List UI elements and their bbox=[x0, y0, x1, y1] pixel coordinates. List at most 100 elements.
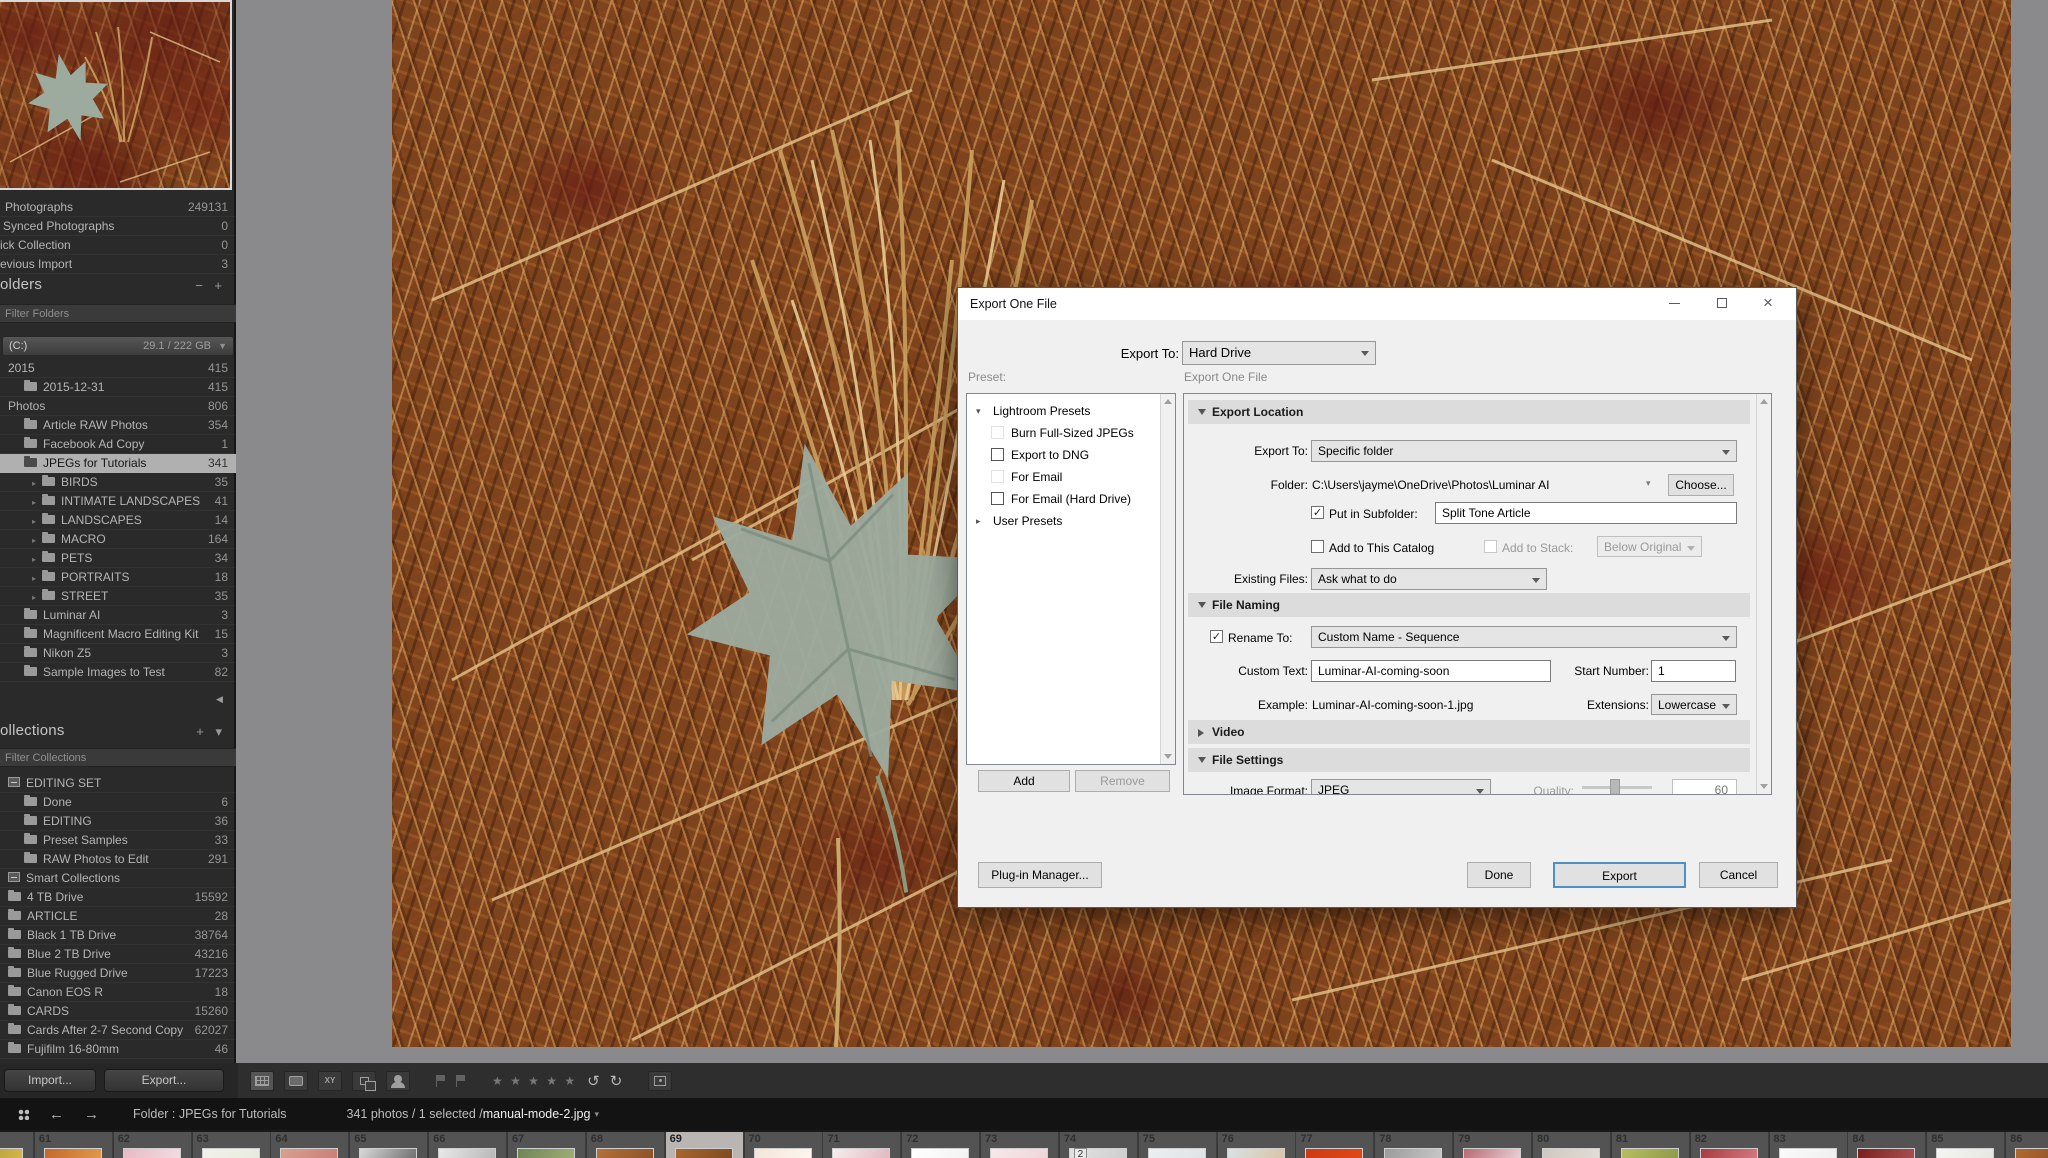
preset-group[interactable]: ▸User Presets bbox=[967, 510, 1160, 532]
folder-row[interactable]: 2015415 bbox=[0, 359, 236, 378]
folder-row[interactable]: ▸LANDSCAPES14 bbox=[0, 511, 236, 530]
filmstrip-thumbnail[interactable]: 742 bbox=[1060, 1132, 1138, 1158]
existing-files-select[interactable]: Ask what to do bbox=[1311, 568, 1547, 590]
collection-row[interactable]: Done6 bbox=[0, 793, 236, 812]
status-folder-label[interactable]: Folder : JPEGs for Tutorials bbox=[133, 1107, 287, 1121]
section-video[interactable]: Video bbox=[1188, 720, 1750, 744]
folders-header[interactable]: olders − + bbox=[0, 276, 236, 296]
survey-view-icon[interactable] bbox=[352, 1071, 376, 1091]
collection-row[interactable]: Black 1 TB Drive38764 bbox=[0, 926, 236, 945]
rotate-right-icon[interactable]: ↻ bbox=[610, 1072, 623, 1090]
rotate-left-icon[interactable]: ↺ bbox=[587, 1072, 600, 1090]
filmstrip-thumbnail[interactable]: 80 bbox=[1533, 1132, 1611, 1158]
filmstrip-thumbnail[interactable]: 85 bbox=[1927, 1132, 2005, 1158]
filmstrip-thumbnail[interactable]: 77 bbox=[1296, 1132, 1374, 1158]
filmstrip-thumbnail[interactable]: 82 bbox=[1691, 1132, 1769, 1158]
filmstrip-thumbnail[interactable]: 86 bbox=[2006, 1132, 2048, 1158]
filmstrip-thumbnail[interactable]: 70 bbox=[745, 1132, 823, 1158]
folder-row[interactable]: Article RAW Photos354 bbox=[0, 416, 236, 435]
put-in-subfolder-checkbox[interactable]: ✓ bbox=[1311, 506, 1324, 519]
preset-item[interactable]: Export to DNG bbox=[967, 444, 1160, 466]
filmstrip-thumbnail[interactable]: 71 bbox=[823, 1132, 901, 1158]
add-to-stack-checkbox[interactable] bbox=[1484, 540, 1497, 553]
catalog-item[interactable]: Synced Photographs0 bbox=[0, 217, 236, 236]
catalog-item[interactable]: Photographs249131 bbox=[0, 198, 236, 217]
section-file-naming[interactable]: File Naming bbox=[1188, 593, 1750, 617]
export-button[interactable]: Export... bbox=[104, 1069, 224, 1092]
filmstrip-thumbnail[interactable]: 75 bbox=[1139, 1132, 1217, 1158]
grid-view-icon[interactable] bbox=[250, 1071, 274, 1091]
stack-position-select[interactable]: Below Original bbox=[1597, 536, 1702, 557]
remove-preset-button[interactable]: Remove bbox=[1075, 770, 1170, 792]
export-confirm-button[interactable]: Export bbox=[1553, 862, 1686, 888]
preset-item[interactable]: For Email (Hard Drive) bbox=[967, 488, 1160, 510]
import-button[interactable]: Import... bbox=[4, 1069, 96, 1092]
collection-row[interactable]: 4 TB Drive15592 bbox=[0, 888, 236, 907]
folder-row[interactable]: Facebook Ad Copy1 bbox=[0, 435, 236, 454]
preset-checkbox[interactable] bbox=[991, 470, 1004, 483]
preset-checkbox[interactable] bbox=[991, 492, 1004, 505]
collection-row[interactable]: ARTICLE28 bbox=[0, 907, 236, 926]
transform-overlay-icon[interactable] bbox=[648, 1071, 672, 1091]
filmstrip-thumbnail[interactable]: 72 bbox=[902, 1132, 980, 1158]
folder-row[interactable]: ▸STREET35 bbox=[0, 587, 236, 606]
image-format-select[interactable]: JPEG bbox=[1311, 779, 1491, 795]
folder-row[interactable]: 2015-12-31415 bbox=[0, 378, 236, 397]
collection-row[interactable]: EDITING SET bbox=[0, 774, 236, 793]
filmstrip-thumbnail[interactable]: 60 bbox=[0, 1132, 34, 1158]
collection-row[interactable]: RAW Photos to Edit291 bbox=[0, 850, 236, 869]
folder-row[interactable]: ▸PORTRAITS18 bbox=[0, 568, 236, 587]
folders-add-remove-icons[interactable]: − + bbox=[195, 278, 226, 293]
maximize-icon[interactable] bbox=[1700, 288, 1744, 318]
collection-row[interactable]: EDITING36 bbox=[0, 812, 236, 831]
section-export-location[interactable]: Export Location bbox=[1188, 400, 1750, 424]
volume-bar[interactable]: (C:) 29.1 / 222 GB ▼ bbox=[2, 336, 234, 356]
folder-row[interactable]: ▸BIRDS35 bbox=[0, 473, 236, 492]
choose-folder-button[interactable]: Choose... bbox=[1668, 474, 1734, 496]
folder-row[interactable]: ▸INTIMATE LANDSCAPES41 bbox=[0, 492, 236, 511]
location-export-to-select[interactable]: Specific folder bbox=[1311, 440, 1737, 462]
filmstrip-thumbnail[interactable]: 84 bbox=[1848, 1132, 1926, 1158]
collections-add-icon[interactable]: + ▾ bbox=[196, 724, 226, 740]
filmstrip-source-caret-icon[interactable]: ▾ bbox=[594, 1109, 599, 1120]
rating-stars[interactable]: ★ ★ ★ ★ ★ bbox=[492, 1074, 577, 1088]
done-button[interactable]: Done bbox=[1467, 862, 1531, 888]
plugin-manager-button[interactable]: Plug-in Manager... bbox=[978, 862, 1102, 888]
filmstrip-thumbnail[interactable]: 69 bbox=[666, 1132, 744, 1158]
filmstrip-thumbnail[interactable]: 66 bbox=[429, 1132, 507, 1158]
preset-checkbox[interactable] bbox=[991, 426, 1004, 439]
start-number-input[interactable]: 1 bbox=[1651, 660, 1736, 682]
add-to-catalog-checkbox[interactable] bbox=[1311, 540, 1324, 553]
preset-list[interactable]: ▾Lightroom PresetsBurn Full-Sized JPEGsE… bbox=[966, 393, 1176, 765]
collection-row[interactable]: Smart Collections bbox=[0, 869, 236, 888]
collection-row[interactable]: Canon EOS R18 bbox=[0, 983, 236, 1002]
filmstrip-thumbnail[interactable]: 68 bbox=[587, 1132, 665, 1158]
loupe-view-icon[interactable] bbox=[284, 1071, 308, 1091]
subfolder-input[interactable]: Split Tone Article bbox=[1435, 502, 1737, 524]
folder-row[interactable]: Photos806 bbox=[0, 397, 236, 416]
close-icon[interactable]: × bbox=[1746, 288, 1790, 318]
settings-scrollbar[interactable] bbox=[1756, 394, 1771, 794]
filmstrip-thumbnail[interactable]: 73 bbox=[981, 1132, 1059, 1158]
custom-text-input[interactable]: Luminar-AI-coming-soon bbox=[1311, 660, 1551, 682]
compare-view-icon[interactable]: XY bbox=[318, 1071, 342, 1091]
filmstrip-thumbnail[interactable]: 67 bbox=[508, 1132, 586, 1158]
navigator-preview[interactable] bbox=[0, 0, 232, 190]
filmstrip-thumbnail[interactable]: 62 bbox=[114, 1132, 192, 1158]
folder-row[interactable]: ▸PETS34 bbox=[0, 549, 236, 568]
filmstrip-thumbnail[interactable]: 78 bbox=[1375, 1132, 1453, 1158]
folder-row[interactable]: Nikon Z53 bbox=[0, 644, 236, 663]
folder-row[interactable]: Magnificent Macro Editing Kit15 bbox=[0, 625, 236, 644]
rename-template-select[interactable]: Custom Name - Sequence bbox=[1311, 626, 1737, 648]
flag-reject-icon[interactable] bbox=[456, 1075, 466, 1087]
preset-item[interactable]: Burn Full-Sized JPEGs bbox=[967, 422, 1160, 444]
folder-row[interactable]: ▸MACRO164 bbox=[0, 530, 236, 549]
filmstrip-thumbnail[interactable]: 65 bbox=[350, 1132, 428, 1158]
filmstrip-thumbnail[interactable]: 76 bbox=[1218, 1132, 1296, 1158]
quality-slider[interactable] bbox=[1582, 786, 1652, 789]
filter-folders-input[interactable]: Filter Folders bbox=[0, 304, 236, 323]
filmstrip-thumbnail[interactable]: 81 bbox=[1612, 1132, 1690, 1158]
collection-row[interactable]: CARDS15260 bbox=[0, 1002, 236, 1021]
folder-row[interactable]: Sample Images to Test82 bbox=[0, 663, 236, 682]
folder-row[interactable]: JPEGs for Tutorials341 bbox=[0, 454, 236, 473]
